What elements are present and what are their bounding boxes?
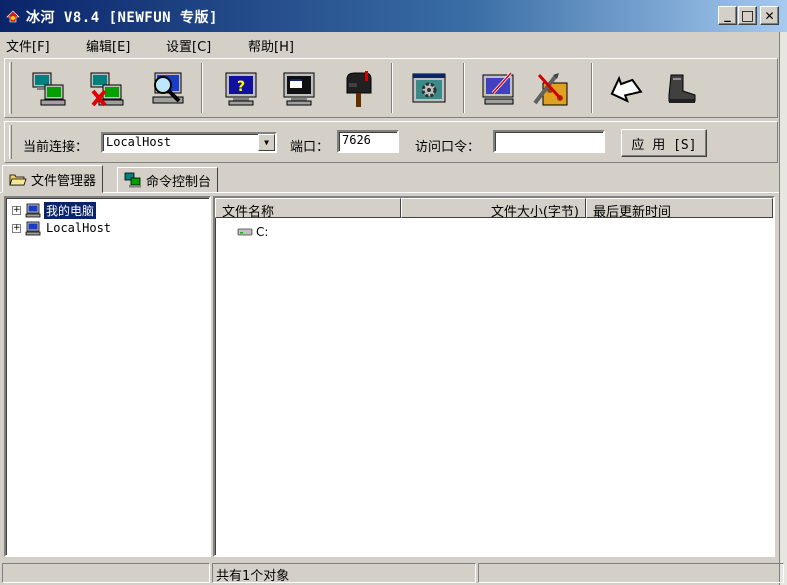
- toolbar-separator: [463, 63, 465, 113]
- current-connection-label: 当前连接：: [23, 140, 89, 155]
- config-button[interactable]: [477, 67, 521, 111]
- minimize-button[interactable]: _: [718, 6, 737, 25]
- delete-host-button[interactable]: [85, 67, 129, 111]
- tab-file-manager[interactable]: 文件管理器: [2, 165, 104, 193]
- password-label: 访问口令：: [415, 140, 481, 155]
- column-header-modified[interactable]: 最后更新时间: [586, 198, 773, 220]
- toolbar-separator: [591, 63, 593, 113]
- apply-label: 应 用 [S]: [631, 137, 697, 153]
- toolbar-grip: [9, 62, 12, 114]
- status-cell-left: [2, 563, 210, 583]
- tree-node-label: LocalHost: [46, 221, 112, 235]
- port-label: 端口：: [290, 140, 330, 155]
- computer-icon: [25, 221, 41, 235]
- expand-icon[interactable]: +: [12, 205, 21, 215]
- maximize-button[interactable]: □: [738, 6, 757, 25]
- svg-text:?: ?: [237, 79, 245, 95]
- close-button[interactable]: ✕: [760, 6, 779, 25]
- status-bar: 共有1个对象: [0, 560, 787, 585]
- menu-edit[interactable]: 编辑[E]: [86, 36, 130, 55]
- connection-bar: 当前连接： LocalHost ▼ 端口： 7626 访问口令： 应 用 [S]: [4, 121, 778, 163]
- file-row[interactable]: C:: [237, 225, 268, 239]
- password-input[interactable]: [493, 130, 605, 153]
- minimize-icon: _: [724, 7, 731, 23]
- port-value: 7626: [342, 133, 371, 147]
- mailbox-button[interactable]: [335, 67, 379, 111]
- computer-icon: [25, 203, 41, 217]
- delete-host-icon: [90, 72, 124, 107]
- tools-icon: [533, 73, 568, 106]
- connection-grip: [9, 125, 12, 159]
- file-list-header: 文件名称 文件大小(字节) 最后更新时间: [215, 198, 773, 220]
- menu-settings[interactable]: 设置[C]: [166, 36, 211, 55]
- folder-open-icon: [9, 174, 27, 186]
- add-host-icon: [32, 72, 66, 106]
- file-list[interactable]: 文件名称 文件大小(字节) 最后更新时间 C:: [213, 196, 775, 557]
- status-cell-right: [478, 563, 784, 583]
- menu-help[interactable]: 帮助[H]: [248, 36, 294, 55]
- tab-command-console[interactable]: 命令控制台: [117, 167, 219, 193]
- port-input[interactable]: 7626: [337, 130, 399, 153]
- tools-button[interactable]: [529, 67, 573, 111]
- toolbar-separator: [391, 63, 393, 113]
- current-connection-value: LocalHost: [106, 135, 172, 149]
- search-host-icon: [152, 72, 184, 104]
- app-icon: [6, 10, 20, 23]
- status-text: 共有1个对象: [212, 563, 476, 584]
- tab-file-manager-label: 文件管理器: [31, 173, 97, 189]
- exit-button[interactable]: [659, 67, 703, 111]
- tab-underline: [0, 192, 782, 193]
- gear-window-button[interactable]: [407, 67, 451, 111]
- apply-button[interactable]: 应 用 [S]: [621, 129, 707, 157]
- window-title: 冰河 V8.4 [NEWFUN 专版]: [26, 10, 218, 26]
- current-connection-select[interactable]: LocalHost ▼: [101, 132, 277, 153]
- tree-node-label: 我的电脑: [44, 201, 97, 219]
- close-icon: ✕: [764, 8, 775, 23]
- window-edge: [779, 32, 787, 585]
- tab-strip: 文件管理器 命令控制台: [0, 165, 787, 193]
- config-icon: [482, 71, 514, 105]
- drive-icon: [237, 228, 253, 236]
- host-tree[interactable]: + 我的电脑 + LocalHost: [4, 196, 211, 557]
- tree-node-my-computer[interactable]: + 我的电脑: [12, 201, 97, 219]
- column-header-size[interactable]: 文件大小(字节): [401, 198, 586, 220]
- gear-window-icon: [412, 73, 446, 103]
- toolbar-separator: [201, 63, 203, 113]
- file-name: C:: [256, 225, 269, 239]
- computers-icon: [124, 172, 141, 188]
- search-host-button[interactable]: [145, 67, 189, 111]
- column-header-name[interactable]: 文件名称: [215, 198, 401, 220]
- help-monitor-button[interactable]: ?: [219, 67, 263, 111]
- expand-icon[interactable]: +: [12, 223, 21, 233]
- title-bar: 冰河 V8.4 [NEWFUN 专版] _ □ ✕: [0, 0, 787, 32]
- exit-boot-icon: [668, 74, 696, 103]
- screen-capture-button[interactable]: [277, 67, 321, 111]
- help-monitor-icon: ?: [225, 72, 257, 106]
- chevron-down-icon: ▼: [264, 138, 269, 147]
- tab-command-console-label: 命令控制台: [146, 174, 212, 190]
- screen-capture-icon: [283, 72, 315, 106]
- dropdown-arrow[interactable]: ▼: [258, 134, 275, 151]
- toolbar: ?: [4, 58, 778, 118]
- add-host-button[interactable]: [27, 67, 71, 111]
- back-arrow-icon: [610, 75, 643, 103]
- mailbox-icon: [346, 71, 372, 107]
- maximize-icon: □: [740, 7, 755, 24]
- menu-bar: 文件[F] 编辑[E] 设置[C] 帮助[H]: [0, 33, 787, 55]
- back-button[interactable]: [603, 67, 647, 111]
- menu-file[interactable]: 文件[F]: [6, 36, 50, 55]
- tree-node-localhost[interactable]: + LocalHost: [12, 220, 113, 236]
